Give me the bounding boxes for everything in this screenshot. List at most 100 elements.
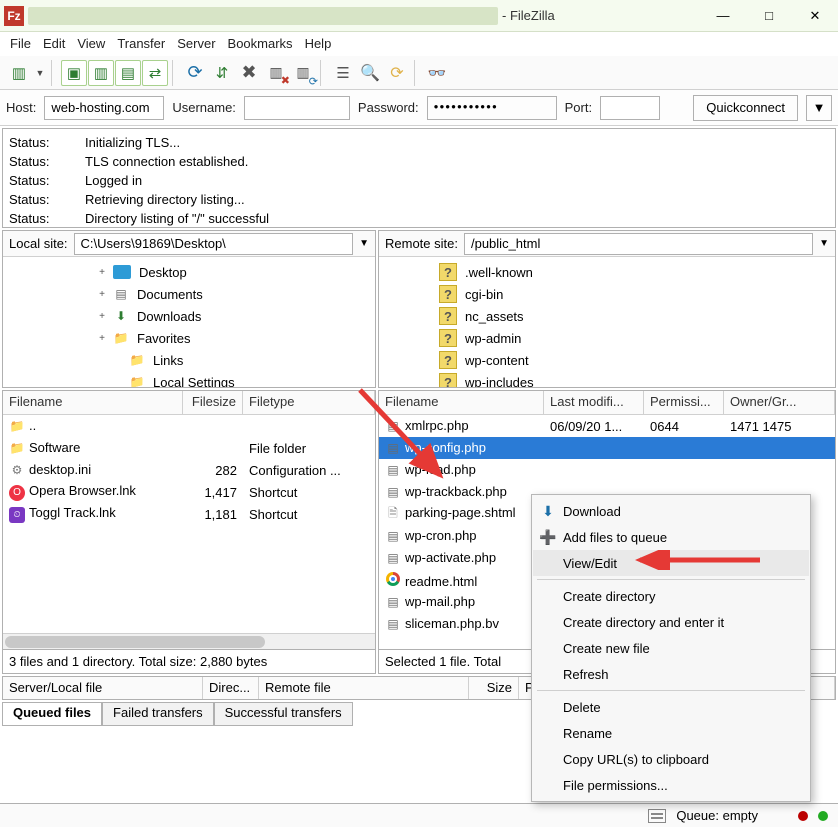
menu-transfer[interactable]: Transfer bbox=[117, 36, 165, 51]
chevron-down-icon[interactable]: ▼ bbox=[359, 238, 369, 249]
local-list-body[interactable]: 📁..📁SoftwareFile folder⚙desktop.ini282Co… bbox=[3, 415, 375, 633]
scrollbar[interactable] bbox=[3, 633, 375, 649]
context-menu-item[interactable]: View/Edit bbox=[533, 550, 809, 576]
toggle-panel3-icon[interactable]: ▤ bbox=[115, 60, 141, 86]
file-perm: 0644 bbox=[644, 419, 724, 434]
menu-label: Create new file bbox=[563, 641, 650, 656]
php-file-icon: ▤ bbox=[385, 616, 401, 632]
tab-successful[interactable]: Successful transfers bbox=[214, 702, 353, 726]
toggle-panel1-icon[interactable]: ▣ bbox=[61, 60, 87, 86]
context-menu-item[interactable]: Rename bbox=[533, 720, 809, 746]
unknown-folder-icon: ? bbox=[439, 307, 457, 325]
expand-toggle[interactable]: + bbox=[95, 289, 109, 300]
local-path-input[interactable] bbox=[74, 233, 354, 255]
process-queue-icon[interactable]: ⇵ bbox=[209, 60, 235, 86]
tree-node[interactable]: +📁Favorites bbox=[5, 327, 373, 349]
menu-view[interactable]: View bbox=[77, 36, 105, 51]
col-filetype[interactable]: Filetype bbox=[243, 391, 375, 414]
col-filename[interactable]: Filename bbox=[3, 391, 183, 414]
tree-node[interactable]: ?wp-content bbox=[381, 349, 833, 371]
list-item[interactable]: ⏲Toggl Track.lnk1,181Shortcut bbox=[3, 503, 375, 525]
close-button[interactable]: ✕ bbox=[792, 1, 838, 31]
list-item[interactable]: 📁.. bbox=[3, 415, 375, 437]
username-input[interactable] bbox=[244, 96, 350, 120]
list-item[interactable]: ▤wp-load.php bbox=[379, 459, 835, 481]
expand-toggle[interactable]: + bbox=[95, 267, 109, 278]
tree-node[interactable]: ?.well-known bbox=[381, 261, 833, 283]
remote-tree[interactable]: ?.well-known?cgi-bin? nc_assets ?wp-admin?… bbox=[379, 257, 835, 387]
password-input[interactable]: ●●●●●●●●●●● bbox=[427, 96, 557, 120]
quickconnect-dropdown[interactable]: ▼ bbox=[806, 95, 832, 121]
tree-node[interactable]: +⬇Downloads bbox=[5, 305, 373, 327]
menu-bookmarks[interactable]: Bookmarks bbox=[228, 36, 293, 51]
tab-queued[interactable]: Queued files bbox=[2, 702, 102, 726]
remote-site-label: Remote site: bbox=[385, 236, 458, 251]
context-menu-item[interactable]: File permissions... bbox=[533, 772, 809, 798]
tree-node[interactable]: ?cgi-bin bbox=[381, 283, 833, 305]
maximize-button[interactable]: □ bbox=[746, 1, 792, 31]
context-menu-item[interactable]: Create directory bbox=[533, 583, 809, 609]
tree-node[interactable]: ? nc_assets bbox=[381, 305, 833, 327]
port-input[interactable] bbox=[600, 96, 660, 120]
list-item[interactable]: ▤xmlrpc.php06/09/20 1...06441471 1475 bbox=[379, 415, 835, 437]
menu-file[interactable]: File bbox=[10, 36, 31, 51]
context-menu-item[interactable]: Create new file bbox=[533, 635, 809, 661]
context-menu-item[interactable]: ➕Add files to queue bbox=[533, 524, 809, 550]
compare-icon[interactable]: ⟳ bbox=[384, 60, 410, 86]
col-filename[interactable]: Filename bbox=[379, 391, 544, 414]
menu-edit[interactable]: Edit bbox=[43, 36, 65, 51]
list-item[interactable]: ▤wp-config.php bbox=[379, 437, 835, 459]
expand-toggle[interactable]: + bbox=[95, 333, 109, 344]
tree-node[interactable]: 📁Local Settings bbox=[5, 371, 373, 387]
chevron-down-icon[interactable]: ▼ bbox=[819, 238, 829, 249]
refresh-icon[interactable]: ⟳ bbox=[182, 60, 208, 86]
list-item[interactable]: OOpera Browser.lnk1,417Shortcut bbox=[3, 481, 375, 503]
col-direction[interactable]: Direc... bbox=[203, 677, 259, 699]
local-tree[interactable]: +Desktop+▤Documents+⬇Downloads+📁Favorite… bbox=[3, 257, 375, 387]
list-item[interactable]: ⚙desktop.ini282Configuration ... bbox=[3, 459, 375, 481]
file-name: Opera Browser.lnk bbox=[29, 483, 136, 498]
minimize-button[interactable]: — bbox=[700, 1, 746, 31]
tree-node[interactable]: +Desktop bbox=[5, 261, 373, 283]
menu-help[interactable]: Help bbox=[305, 36, 332, 51]
disconnect-icon[interactable]: ▥✖ bbox=[263, 60, 289, 86]
context-menu-item[interactable]: Delete bbox=[533, 694, 809, 720]
context-menu-item[interactable]: Refresh bbox=[533, 661, 809, 687]
col-owner[interactable]: Owner/Gr... bbox=[724, 391, 835, 414]
binoculars-icon[interactable]: 👓 bbox=[424, 60, 450, 86]
toggle-panel4-icon[interactable]: ⇄ bbox=[142, 60, 168, 86]
queue-icon bbox=[648, 809, 666, 823]
host-input[interactable] bbox=[44, 96, 164, 120]
context-menu-item[interactable]: Create directory and enter it bbox=[533, 609, 809, 635]
tree-node[interactable]: ?wp-includes bbox=[381, 371, 833, 387]
remote-path-input[interactable] bbox=[464, 233, 813, 255]
toggle-panel2-icon[interactable]: ▥ bbox=[88, 60, 114, 86]
site-manager-icon[interactable]: ▥ bbox=[6, 60, 32, 86]
col-remote-file[interactable]: Remote file bbox=[259, 677, 469, 699]
filter-icon[interactable]: ☰ bbox=[330, 60, 356, 86]
col-permissions[interactable]: Permissi... bbox=[644, 391, 724, 414]
col-server[interactable]: Server/Local file bbox=[3, 677, 203, 699]
context-menu-item[interactable]: ⬇Download bbox=[533, 498, 809, 524]
dropdown-arrow-icon[interactable]: ▼ bbox=[33, 60, 47, 86]
tree-node[interactable]: ?wp-admin bbox=[381, 327, 833, 349]
tree-node[interactable]: 📁Links bbox=[5, 349, 373, 371]
col-modified[interactable]: Last modifi... bbox=[544, 391, 644, 414]
cancel-icon[interactable]: ✖ bbox=[236, 60, 262, 86]
context-menu-item[interactable]: Copy URL(s) to clipboard bbox=[533, 746, 809, 772]
quickconnect-button[interactable]: Quickconnect bbox=[693, 95, 798, 121]
reconnect-icon[interactable]: ▥⟳ bbox=[290, 60, 316, 86]
file-name: wp-mail.php bbox=[405, 594, 475, 609]
menu-server[interactable]: Server bbox=[177, 36, 215, 51]
expand-toggle[interactable]: + bbox=[95, 311, 109, 322]
php-file-icon: ▤ bbox=[385, 440, 401, 456]
tree-label: nc_assets bbox=[465, 309, 524, 324]
col-filesize[interactable]: Filesize bbox=[183, 391, 243, 414]
col-size[interactable]: Size bbox=[469, 677, 519, 699]
tree-node[interactable]: +▤Documents bbox=[5, 283, 373, 305]
search-icon[interactable]: 🔍 bbox=[357, 60, 383, 86]
tree-label: Links bbox=[153, 353, 183, 368]
php-file-icon: ▤ bbox=[385, 484, 401, 500]
list-item[interactable]: 📁SoftwareFile folder bbox=[3, 437, 375, 459]
tab-failed[interactable]: Failed transfers bbox=[102, 702, 214, 726]
